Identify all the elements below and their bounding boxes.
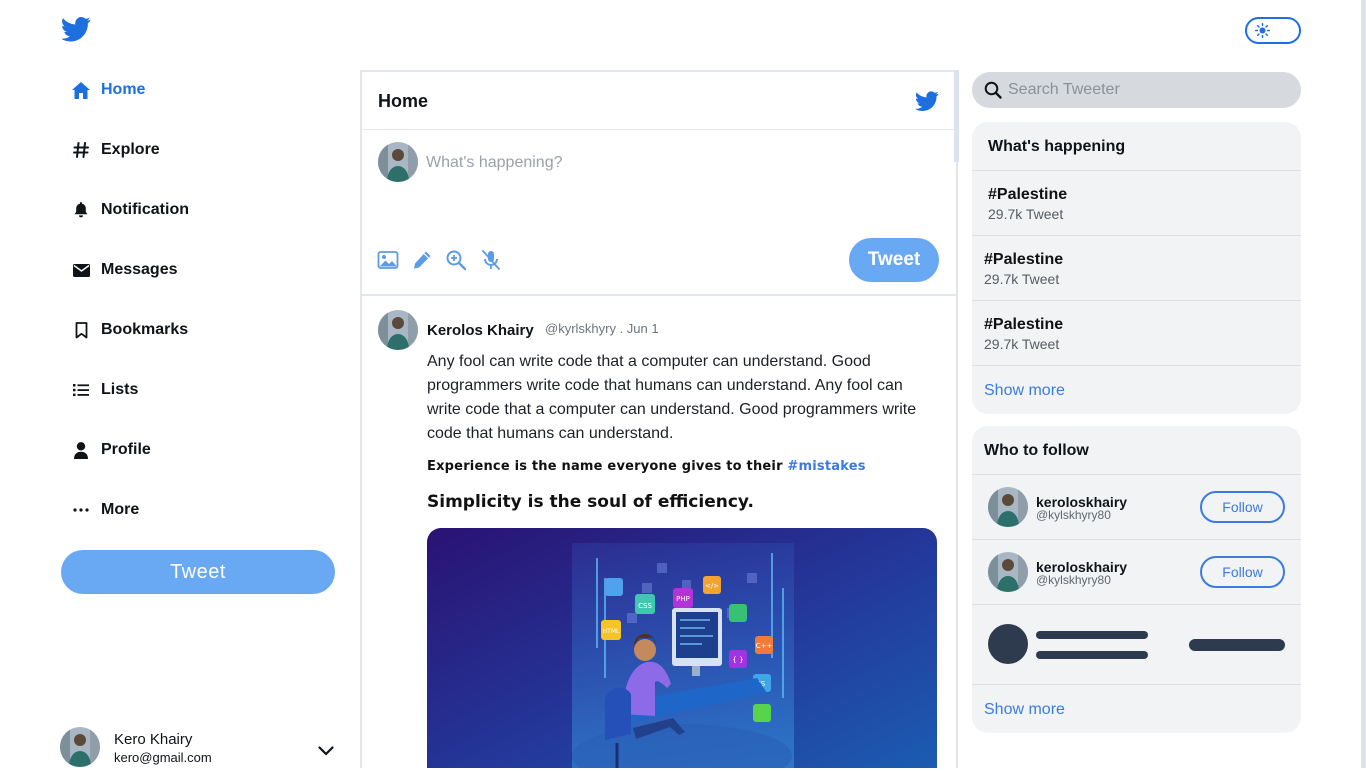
divider [972, 604, 1301, 605]
image-tile-html: HTML [603, 628, 620, 635]
twitter-bird-icon [914, 89, 940, 113]
post-handle-date: @kyrlskhyry . Jun 1 [545, 321, 659, 336]
twitter-logo-icon[interactable] [60, 14, 92, 44]
divider [972, 474, 1301, 475]
sidebar-item-label: Lists [101, 381, 139, 398]
sidebar-item-explore[interactable]: Explore [70, 135, 160, 165]
home-feed: Home What's happening? Tweet Kerolos Kha… [360, 70, 958, 768]
account-name: Kero Khairy [114, 731, 193, 748]
sidebar-item-lists[interactable]: Lists [70, 375, 138, 405]
panel-title: Who to follow [984, 442, 1089, 459]
bookmark-icon [70, 319, 92, 341]
avatar[interactable] [988, 487, 1028, 527]
skeleton-line [1036, 651, 1148, 659]
bell-icon [70, 199, 92, 221]
panel-title: What's happening [988, 138, 1126, 155]
sidebar-item-home[interactable]: Home [70, 75, 145, 105]
sidebar-item-more[interactable]: More [70, 495, 139, 525]
trend-tag[interactable]: #Palestine [984, 316, 1063, 334]
envelope-icon [70, 259, 92, 281]
hashtag-icon [70, 139, 92, 161]
trend-tag[interactable]: #Palestine [988, 186, 1067, 204]
user-icon [70, 439, 92, 461]
trend-count: 29.7k Tweet [988, 206, 1064, 222]
search-bar[interactable]: Search Tweeter [972, 72, 1301, 108]
divider [972, 235, 1301, 236]
sidebar-item-profile[interactable]: Profile [70, 435, 151, 465]
compose-input[interactable]: What's happening? [426, 154, 562, 172]
tweet-button[interactable]: Tweet [61, 550, 335, 594]
tweet-composer: What's happening? Tweet [362, 130, 956, 296]
sidebar-item-label: Explore [101, 141, 160, 158]
follow-button[interactable]: Follow [1200, 491, 1285, 523]
image-tile-php: PHP [676, 595, 690, 603]
follow-button[interactable]: Follow [1200, 556, 1285, 588]
divider [972, 170, 1301, 171]
pen-icon[interactable] [411, 249, 433, 271]
tweet-post[interactable]: Kerolos Khairy @kyrlskhyry . Jun 1 Any f… [362, 298, 956, 768]
trend-count: 29.7k Tweet [984, 336, 1060, 352]
image-tile-braces: { } [732, 656, 743, 664]
hashtag-link[interactable]: #mistakes [787, 459, 865, 474]
ellipsis-icon [70, 499, 92, 521]
sidebar-item-label: Home [101, 81, 146, 98]
sidebar-item-label: Messages [101, 261, 178, 278]
page-title: Home [378, 91, 429, 111]
follow-handle: @kylskhyry80 [1036, 508, 1111, 522]
follow-handle: @kylskhyry80 [1036, 573, 1111, 587]
image-tile-cpp: C++ [756, 642, 773, 650]
avatar [378, 142, 418, 182]
post-quote-text: Experience is the name everyone gives to… [427, 459, 788, 474]
microphone-off-icon[interactable] [480, 249, 502, 271]
skeleton-line [1036, 631, 1148, 639]
theme-toggle[interactable] [1245, 17, 1301, 44]
zoom-in-icon[interactable] [445, 249, 467, 271]
image-tile-tag: </> [705, 582, 719, 590]
image-tile-css: CSS [638, 602, 652, 610]
home-icon [70, 79, 92, 101]
feed-scrollbar[interactable] [954, 70, 959, 162]
post-motto: Simplicity is the soul of efficiency. [427, 492, 754, 512]
divider [972, 684, 1301, 685]
who-to-follow-panel: Who to follow keroloskhairy @kylskhyry80… [972, 426, 1301, 733]
sidebar-item-label: More [101, 501, 140, 518]
sidebar-item-bookmarks[interactable]: Bookmarks [70, 315, 188, 345]
skeleton-button [1189, 639, 1285, 651]
sidebar-item-label: Notification [101, 201, 189, 218]
account-switcher[interactable]: Kero Khairy kero@gmail.com [60, 727, 340, 768]
search-icon [984, 81, 1002, 99]
show-more-link[interactable]: Show more [984, 701, 1065, 719]
sidebar-item-messages[interactable]: Messages [70, 255, 178, 285]
sidebar-item-notification[interactable]: Notification [70, 195, 189, 225]
trend-tag[interactable]: #Palestine [984, 251, 1063, 269]
sun-icon [1255, 23, 1270, 38]
sidebar-item-label: Profile [101, 441, 151, 458]
list-icon [70, 379, 92, 401]
image-icon[interactable] [377, 249, 399, 271]
skeleton-avatar [988, 624, 1028, 664]
post-image[interactable]: CSS PHP </> HTML C++ { } JS [427, 528, 937, 768]
avatar [60, 727, 100, 767]
page-scrollbar[interactable] [1361, 0, 1366, 768]
chevron-down-icon [318, 741, 334, 756]
search-input[interactable]: Search Tweeter [1008, 81, 1120, 99]
sidebar-item-label: Bookmarks [101, 321, 189, 338]
feed-header: Home [362, 72, 956, 130]
post-body: Any fool can write code that a computer … [427, 353, 917, 442]
account-email: kero@gmail.com [114, 750, 212, 765]
divider [972, 539, 1301, 540]
trend-count: 29.7k Tweet [984, 271, 1060, 287]
post-author[interactable]: Kerolos Khairy [427, 322, 534, 339]
avatar[interactable] [988, 552, 1028, 592]
compose-tweet-button[interactable]: Tweet [849, 238, 939, 282]
avatar[interactable] [378, 310, 418, 350]
whats-happening-panel: What's happening #Palestine 29.7k Tweet … [972, 122, 1301, 414]
post-quote: Experience is the name everyone gives to… [427, 459, 866, 474]
divider [972, 300, 1301, 301]
divider [972, 365, 1301, 366]
show-more-link[interactable]: Show more [984, 382, 1065, 400]
